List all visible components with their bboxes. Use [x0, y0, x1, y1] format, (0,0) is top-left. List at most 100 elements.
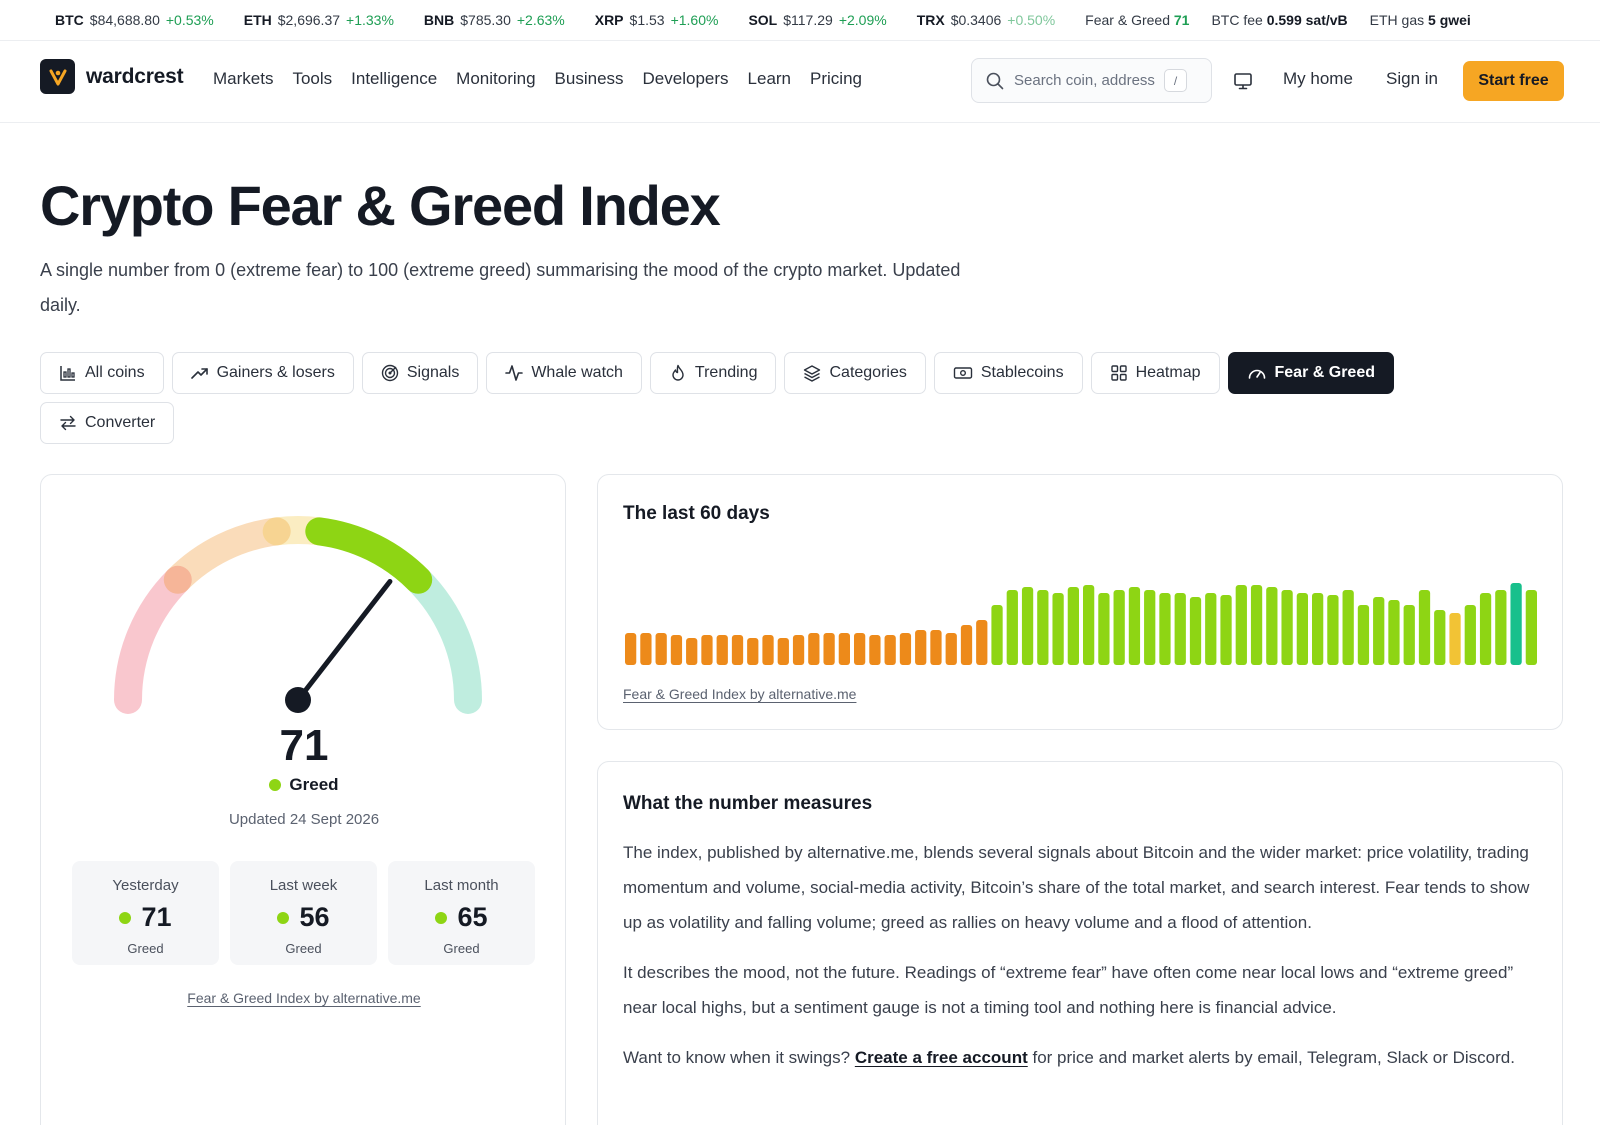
- sign-in-link[interactable]: Sign in: [1386, 69, 1438, 89]
- ticker-item-xrp[interactable]: XRP $1.53 +1.60%: [595, 12, 719, 28]
- chart-bar[interactable]: [1388, 600, 1400, 665]
- chart-bar[interactable]: [915, 630, 927, 665]
- chart-bar[interactable]: [1312, 593, 1324, 665]
- chart-bar[interactable]: [625, 633, 637, 665]
- chart-bar[interactable]: [1083, 585, 1095, 665]
- chart-bar[interactable]: [731, 635, 744, 665]
- tab-trending[interactable]: Trending: [649, 352, 777, 394]
- chart-bar[interactable]: [1479, 593, 1492, 665]
- tab-gainers-losers[interactable]: Gainers & losers: [171, 352, 354, 394]
- chart-bar[interactable]: [1052, 593, 1064, 665]
- search-box[interactable]: /: [971, 58, 1212, 103]
- chart-bar[interactable]: [1281, 590, 1293, 665]
- menu-item-intelligence[interactable]: Intelligence: [351, 69, 437, 89]
- chart-bar[interactable]: [1296, 593, 1308, 665]
- swap-icon: [60, 415, 76, 431]
- chart-bar[interactable]: [686, 638, 698, 665]
- chart-bar[interactable]: [1373, 597, 1385, 665]
- menu-item-monitoring[interactable]: Monitoring: [456, 69, 535, 89]
- grid-icon: [1110, 365, 1127, 381]
- chart-bar[interactable]: [716, 635, 728, 665]
- chart-bar[interactable]: [1327, 595, 1339, 665]
- chart-bar[interactable]: [701, 635, 713, 665]
- chart-source-link[interactable]: Fear & Greed Index by alternative.me: [623, 686, 856, 702]
- gauge-segment-fear: [163, 517, 291, 594]
- monitor-icon[interactable]: [1233, 71, 1253, 96]
- chart-bar[interactable]: [777, 638, 789, 665]
- chart-bar[interactable]: [1189, 597, 1202, 665]
- chart-bar[interactable]: [670, 635, 683, 665]
- chart-bar[interactable]: [823, 633, 835, 665]
- chart-bar[interactable]: [1006, 590, 1018, 665]
- main-menu: Markets Tools Intelligence Monitoring Bu…: [213, 69, 862, 89]
- tab-all-coins[interactable]: All coins: [40, 352, 164, 394]
- chart-bar[interactable]: [976, 620, 988, 665]
- chart-bar[interactable]: [1174, 593, 1186, 665]
- chart-bar[interactable]: [1510, 583, 1522, 665]
- search-input[interactable]: [1014, 72, 1164, 89]
- chart-bar[interactable]: [1128, 587, 1141, 665]
- menu-item-pricing[interactable]: Pricing: [810, 69, 862, 89]
- ticker-item-sol[interactable]: SOL $117.29 +2.09%: [748, 12, 886, 28]
- chart-bar[interactable]: [1357, 605, 1370, 665]
- chart-bar[interactable]: [899, 633, 912, 665]
- ticker-item-btc[interactable]: BTC $84,688.80 +0.53%: [55, 12, 214, 28]
- tab-categories[interactable]: Categories: [784, 352, 926, 394]
- chart-bar[interactable]: [1418, 590, 1431, 665]
- chart-bar[interactable]: [1205, 593, 1217, 665]
- chart-bar[interactable]: [1159, 593, 1171, 665]
- chart-bar[interactable]: [945, 633, 957, 665]
- chart-bar[interactable]: [808, 633, 820, 665]
- chart-bar[interactable]: [1342, 590, 1354, 665]
- chart-bar[interactable]: [1220, 595, 1232, 665]
- ticker-item-trx[interactable]: TRX $0.3406 +0.50%: [917, 12, 1055, 28]
- menu-item-business[interactable]: Business: [555, 69, 624, 89]
- tab-signals[interactable]: Signals: [361, 352, 479, 394]
- ticker-item-bnb[interactable]: BNB $785.30 +2.63%: [424, 12, 565, 28]
- chart-bar[interactable]: [1113, 590, 1125, 665]
- chart-bar[interactable]: [930, 630, 942, 665]
- create-account-link[interactable]: Create a free account: [855, 1048, 1028, 1067]
- chart-bar[interactable]: [1464, 605, 1476, 665]
- chart-bar[interactable]: [747, 638, 759, 665]
- chart-bar[interactable]: [1266, 587, 1278, 665]
- tab-fear-greed[interactable]: Fear & Greed: [1227, 352, 1394, 394]
- brand-logo[interactable]: wardcrest: [40, 59, 184, 94]
- chart-bar[interactable]: [1495, 590, 1507, 665]
- chart-bar[interactable]: [792, 635, 805, 665]
- tab-heatmap[interactable]: Heatmap: [1090, 352, 1220, 394]
- chart-bar[interactable]: [1067, 587, 1079, 665]
- chart-bar[interactable]: [869, 635, 881, 665]
- ticker-item-eth[interactable]: ETH $2,696.37 +1.33%: [244, 12, 394, 28]
- chart-bar[interactable]: [1403, 605, 1415, 665]
- menu-item-tools[interactable]: Tools: [292, 69, 332, 89]
- history-bar-chart: [625, 583, 1537, 665]
- tab-stablecoins[interactable]: Stablecoins: [933, 352, 1083, 394]
- chart-bar[interactable]: [1449, 613, 1461, 665]
- my-home-link[interactable]: My home: [1283, 69, 1353, 89]
- chart-bar[interactable]: [884, 635, 896, 665]
- chart-bar[interactable]: [1098, 593, 1110, 665]
- gauge-source-link[interactable]: Fear & Greed Index by alternative.me: [187, 990, 420, 1006]
- tab-converter[interactable]: Converter: [40, 402, 175, 444]
- chart-bar[interactable]: [640, 633, 652, 665]
- tab-whale-watch[interactable]: Whale watch: [486, 352, 642, 394]
- chart-bar[interactable]: [1250, 585, 1263, 665]
- menu-item-developers[interactable]: Developers: [643, 69, 729, 89]
- chart-bar[interactable]: [960, 625, 973, 665]
- chart-bar[interactable]: [762, 635, 774, 665]
- chart-bar[interactable]: [1235, 585, 1247, 665]
- chart-bar[interactable]: [838, 633, 850, 665]
- chart-bar[interactable]: [1037, 590, 1049, 665]
- menu-item-learn[interactable]: Learn: [748, 69, 791, 89]
- chart-bar[interactable]: [1144, 590, 1156, 665]
- menu-item-markets[interactable]: Markets: [213, 69, 273, 89]
- start-free-button[interactable]: Start free: [1463, 61, 1564, 101]
- chart-bar[interactable]: [1021, 587, 1034, 665]
- chart-bar[interactable]: [1525, 590, 1537, 665]
- chart-bar[interactable]: [854, 633, 866, 665]
- chart-bar[interactable]: [991, 605, 1003, 665]
- ticker-fear-greed[interactable]: Fear & Greed 71: [1085, 12, 1189, 28]
- chart-bar[interactable]: [1434, 610, 1446, 665]
- chart-bar[interactable]: [655, 633, 667, 665]
